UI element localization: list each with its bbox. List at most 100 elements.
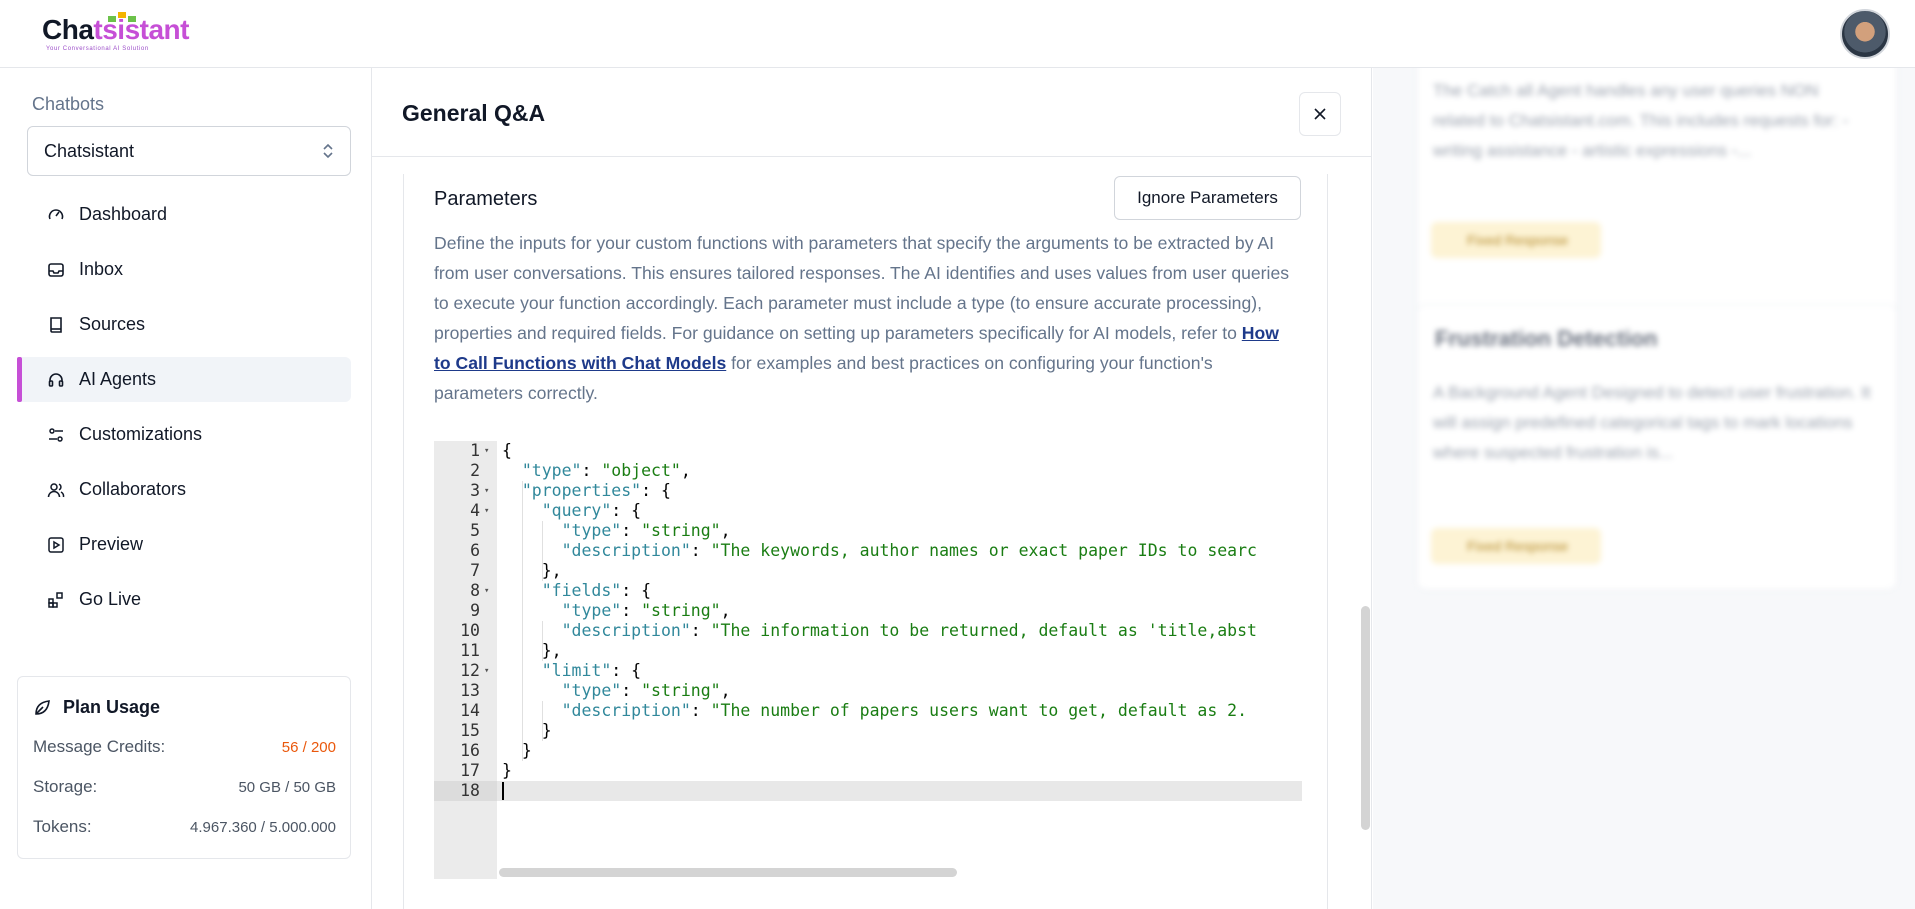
parameters-title: Parameters	[434, 188, 538, 210]
leaf-icon	[35, 699, 50, 715]
message-credits-value: 56 / 200	[281, 738, 336, 756]
indent-guide	[542, 701, 543, 741]
fold-toggle-icon[interactable]: ▾	[484, 481, 492, 501]
background-agents-list: The Catch all Agent handles any user que…	[1373, 68, 1915, 909]
fold-toggle-icon[interactable]: ▾	[484, 501, 492, 521]
line-number: 4	[470, 501, 480, 520]
headset-icon	[47, 371, 65, 389]
line-number: 1	[470, 441, 480, 460]
code-line: },	[502, 561, 562, 580]
sidebar-item-label: Go Live	[79, 589, 142, 609]
sidebar-item-inbox[interactable]: Inbox	[17, 247, 351, 292]
line-number: 12	[460, 661, 480, 680]
sidebar-item-label: Sources	[79, 314, 146, 334]
sidebar-item-preview[interactable]: Preview	[17, 522, 351, 567]
parameters-section: Parameters Ignore Parameters Define the …	[403, 174, 1328, 909]
sidebar-item-customizations[interactable]: Customizations	[17, 412, 351, 457]
sidebar-item-label: Preview	[79, 534, 144, 554]
message-credits-row: Message Credits: 56 / 200	[33, 737, 336, 757]
line-number: 8	[470, 581, 480, 600]
code-line: "description": "The keywords, author nam…	[561, 541, 1257, 560]
line-number: 11	[460, 641, 480, 660]
sidebar-item-dashboard[interactable]: Dashboard	[17, 192, 351, 237]
line-number: 16	[460, 741, 480, 760]
editor-horizontal-scrollbar[interactable]	[499, 868, 957, 877]
fold-toggle-icon[interactable]: ▾	[484, 661, 492, 681]
code-line: },	[502, 641, 562, 660]
plan-label: Message Credits:	[33, 737, 166, 756]
code-line: "fields": {	[541, 581, 652, 600]
brand-logo[interactable]: Chatsistant Your Conversational AI Solut…	[42, 12, 192, 56]
sidebar-item-collaborators[interactable]: Collaborators	[17, 467, 351, 512]
chatbot-select-value: Chatsistant	[44, 140, 135, 161]
line-number: 3	[470, 481, 480, 500]
chatbots-heading: Chatbots	[32, 94, 105, 114]
close-button[interactable]	[1299, 92, 1341, 136]
sidebar-item-label: AI Agents	[79, 369, 157, 389]
code-line: "type": "object",	[521, 461, 691, 480]
play-square-icon	[47, 536, 65, 554]
sidebar-item-label: Dashboard	[79, 204, 168, 224]
editor-cursor	[502, 782, 504, 800]
sidebar-item-sources[interactable]: Sources	[17, 302, 351, 347]
fold-toggle-icon[interactable]: ▾	[484, 581, 492, 601]
ignore-parameters-button[interactable]: Ignore Parameters	[1114, 176, 1301, 220]
code-line: }	[502, 761, 512, 780]
line-number: 9	[470, 601, 480, 620]
code-line: {	[502, 441, 512, 460]
sidebar: Chatbots Chatsistant Dashboard Inbox Sou…	[0, 68, 372, 909]
panel-vertical-scrollbar[interactable]	[1361, 606, 1370, 830]
editor-active-line	[434, 781, 1302, 801]
code-line: "type": "string",	[561, 521, 731, 540]
plan-label: Storage:	[33, 777, 98, 796]
parameters-description: Define the inputs for your custom functi…	[434, 233, 1290, 403]
code-line: "description": "The information to be re…	[561, 621, 1257, 640]
gauge-icon	[47, 206, 65, 224]
panel-header: General Q&A	[372, 68, 1372, 157]
sidebar-item-label: Customizations	[79, 424, 203, 444]
top-bar: Chatsistant Your Conversational AI Solut…	[0, 0, 1915, 68]
line-number: 18	[460, 781, 480, 800]
sidebar-nav: Dashboard Inbox Sources AI Agents Custom…	[17, 192, 351, 632]
chevron-up-down-icon	[322, 143, 334, 159]
panel-title: General Q&A	[402, 100, 546, 126]
users-icon	[47, 481, 65, 499]
code-line: "type": "string",	[561, 601, 731, 620]
inbox-icon	[47, 261, 65, 279]
sidebar-item-ai-agents[interactable]: AI Agents	[17, 357, 351, 402]
background-card-badge: Fixed Response	[1431, 222, 1601, 258]
background-card-text: A Background Agent Designed to detect us…	[1433, 383, 1871, 462]
indent-guide	[542, 521, 543, 581]
agent-edit-panel: General Q&A Parameters Ignore Parameters…	[372, 68, 1372, 909]
code-line: }	[502, 721, 552, 740]
indent-guide	[542, 621, 543, 661]
sidebar-item-label: Inbox	[79, 259, 124, 279]
line-number: 10	[460, 621, 480, 640]
chatbot-select[interactable]: Chatsistant	[27, 126, 351, 176]
blocks-icon	[47, 591, 65, 609]
logo-wordmark: Chatsistant	[42, 14, 189, 45]
line-number: 2	[470, 461, 480, 480]
sliders-icon	[47, 426, 65, 444]
tokens-value: 4.967.360 / 5.000.000	[190, 818, 336, 836]
line-number: 5	[470, 521, 480, 540]
sidebar-item-go-live[interactable]: Go Live	[17, 577, 351, 622]
line-number: 13	[460, 681, 480, 700]
background-card-text: The Catch all Agent handles any user que…	[1433, 81, 1849, 160]
plan-usage-title: Plan Usage	[33, 697, 160, 718]
book-icon	[47, 316, 65, 334]
line-number: 7	[470, 561, 480, 580]
close-icon	[1314, 108, 1326, 120]
json-code-editor[interactable]: 1 ▾{2 "type": "object", 3 ▾ "properties": {…	[434, 441, 1302, 879]
user-avatar[interactable]	[1840, 9, 1890, 59]
storage-value: 50 GB / 50 GB	[238, 778, 336, 796]
logo-tagline: Your Conversational AI Solution	[46, 46, 149, 52]
fold-toggle-icon[interactable]: ▾	[484, 441, 492, 461]
plan-usage-card: Plan Usage Message Credits: 56 / 200 Sto…	[17, 676, 351, 859]
background-card-badge: Fixed Response	[1431, 528, 1601, 564]
plan-label: Tokens:	[33, 817, 92, 836]
background-card-title: Frustration Detection	[1435, 326, 1658, 351]
sidebar-item-label: Collaborators	[79, 479, 187, 499]
code-line: "properties": {	[521, 481, 671, 500]
code-line: }	[502, 741, 532, 760]
